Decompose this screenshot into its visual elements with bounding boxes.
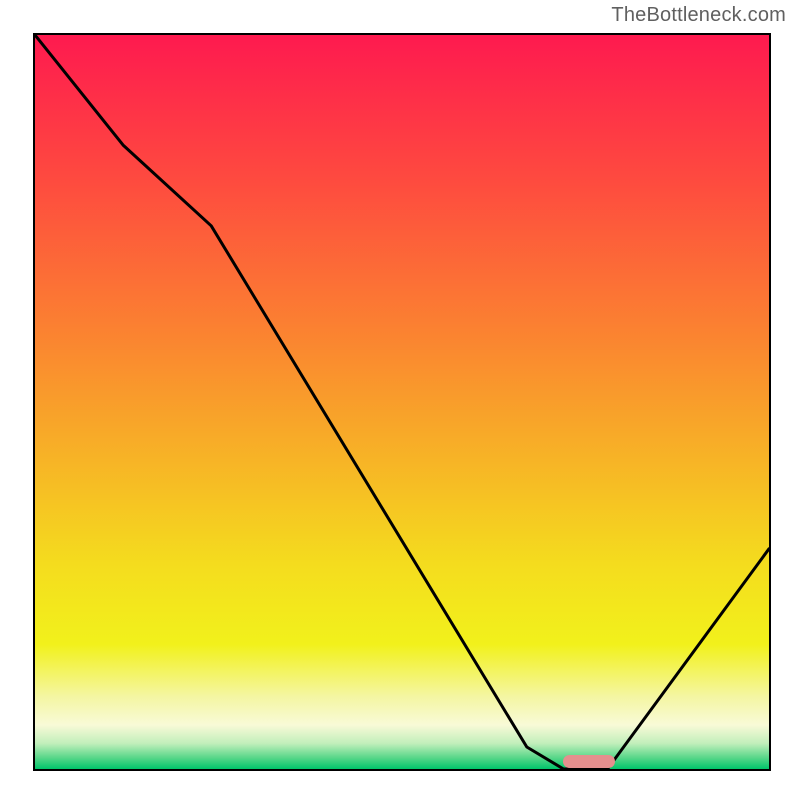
chart-container: TheBottleneck.com bbox=[0, 0, 800, 800]
plot-area bbox=[33, 33, 771, 771]
watermark-text: TheBottleneck.com bbox=[611, 4, 786, 27]
optimum-marker bbox=[563, 755, 614, 768]
curve-line bbox=[35, 35, 769, 769]
